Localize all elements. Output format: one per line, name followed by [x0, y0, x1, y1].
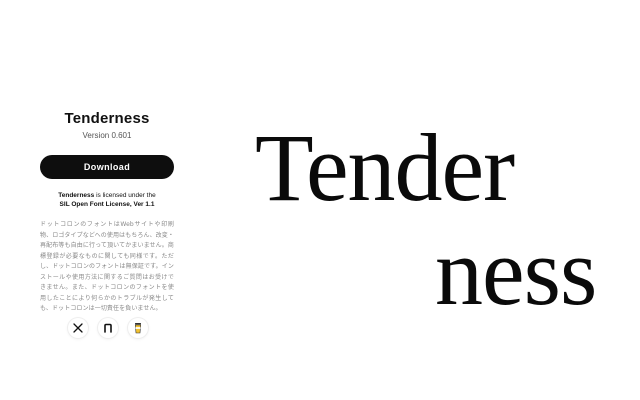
download-button[interactable]: Download — [40, 155, 174, 179]
license-text: is licensed under the — [94, 192, 156, 199]
specimen-line-2: ness — [435, 218, 597, 325]
note-link-button[interactable] — [98, 318, 118, 338]
font-specimen: Tender ness — [255, 116, 635, 324]
font-title: Tenderness — [64, 110, 150, 127]
social-links — [68, 318, 148, 338]
license-name: SIL Open Font License, Ver 1.1 — [59, 201, 155, 208]
coffee-link-button[interactable] — [128, 318, 148, 338]
usage-notice: ドットコロンのフォントはWebサイトや印刷物、ロゴタイプなどへの使用はもちろん、… — [40, 221, 174, 312]
license-font-name: Tenderness — [58, 192, 95, 199]
note-icon — [104, 323, 112, 333]
specimen-line-1: Tender — [255, 114, 515, 221]
coffee-icon — [134, 323, 142, 334]
x-icon — [73, 323, 83, 333]
font-version: Version 0.601 — [82, 131, 132, 140]
x-link-button[interactable] — [68, 318, 88, 338]
license-statement: Tenderness is licensed under the SIL Ope… — [40, 191, 174, 209]
font-info-panel: Tenderness Version 0.601 Download Tender… — [40, 110, 174, 315]
